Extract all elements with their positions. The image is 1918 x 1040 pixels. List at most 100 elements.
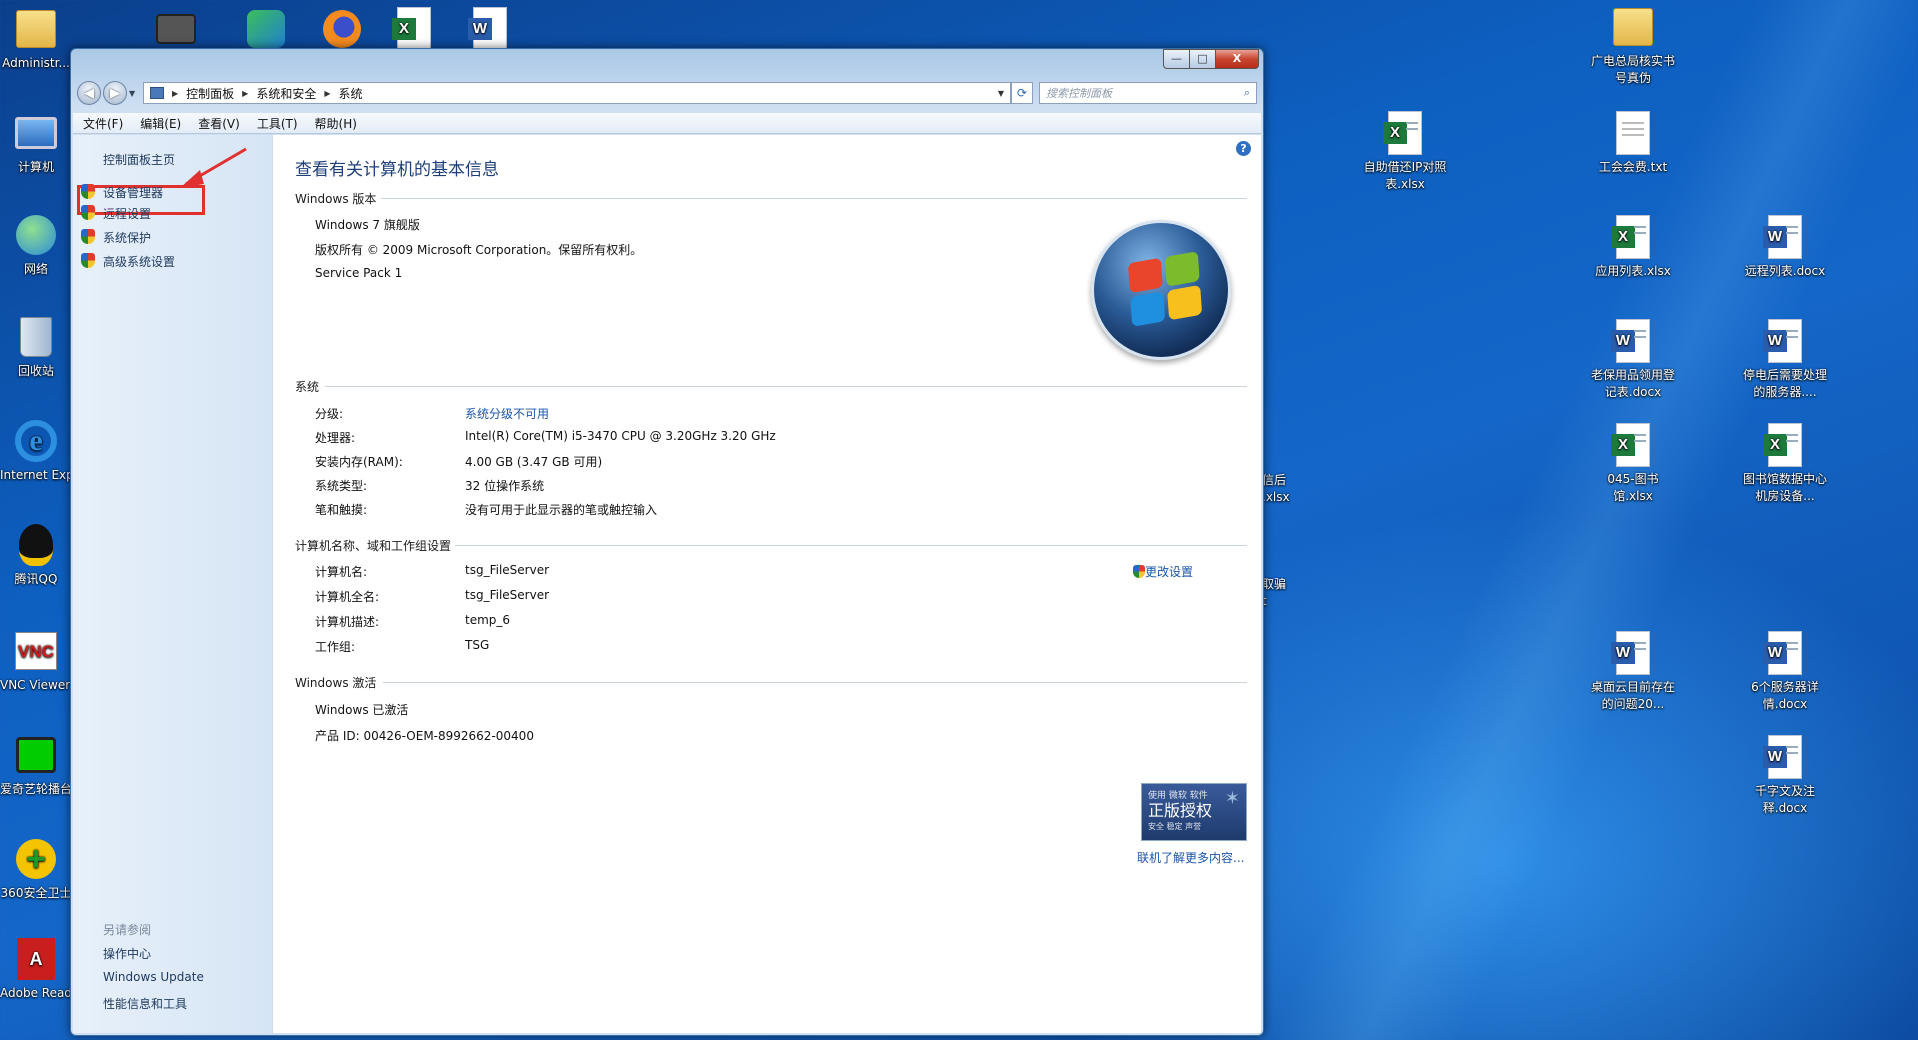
uac-shield-icon [1133,565,1145,578]
section-edition: Windows 版本 [295,190,1247,207]
system-row-value: 4.00 GB (3.47 GB 可用) [465,455,603,469]
desktop-file-txt[interactable]: 工会会费.txt [1588,110,1678,176]
breadcrumb-system[interactable]: 系统 [339,85,363,102]
change-settings-link[interactable]: 更改设置 [1133,563,1193,580]
txt-icon [1611,110,1655,156]
sidebar: 控制面板主页 设备管理器 远程设置 系统保护 高级系统设置 另请参阅 操作中心 … [73,135,273,1033]
qq-icon [14,522,58,568]
minimize-button[interactable]: — [1163,49,1189,69]
folder-icon [1611,4,1655,50]
system-row-label: 分级: [315,407,344,421]
desktop-file-excel[interactable]: X 图书馆数据中心机房设备... [1740,422,1830,505]
hidden-icon-label: 信后 .xlsx [1262,473,1290,504]
desktop-file-word[interactable]: W 老保用品领用登记表.docx [1588,318,1678,401]
desktop-file-excel[interactable]: X 045-图书馆.xlsx [1588,422,1678,505]
recycle-bin-desktop-shortcut[interactable]: 回收站 [0,314,72,380]
desktop-icon-label: 腾讯QQ [14,572,58,586]
sidebar-device-manager[interactable]: 设备管理器 [81,184,163,201]
system-row-label: 笔和触摸: [315,503,368,517]
desktop-icon-label: 桌面云目前存在的问题20... [1590,680,1675,711]
word-icon: W [1763,214,1807,260]
system-row-value: 没有可用于此显示器的笔或触控输入 [465,503,658,517]
search-input[interactable]: 搜索控制面板 ⌕ [1039,82,1257,104]
genuine-badge[interactable]: 使用 微软 软件 正版授权 安全 稳定 声誉 ✶ [1141,783,1247,841]
desktop-icon-label: 网络 [23,262,48,276]
desktop-file-word[interactable]: W 桌面云目前存在的问题20... [1588,630,1678,713]
badge-sub-text: 安全 稳定 声誉 [1148,822,1202,831]
help-icon[interactable]: ? [1236,141,1251,156]
user-folder-desktop-shortcut[interactable]: Administr... [0,6,72,72]
system-row-value[interactable]: 系统分级不可用 [465,405,549,422]
see-also-windows-update[interactable]: Windows Update [103,970,204,984]
desktop-file-word[interactable]: W 远程列表.docx [1740,214,1830,280]
desktop-icon-label: 045-图书馆.xlsx [1607,472,1659,503]
ie-desktop-shortcut[interactable]: e Internet Explorer [0,418,72,484]
computer-row-value: tsg_FileServer [465,588,550,602]
close-button[interactable]: X [1215,49,1259,69]
sidebar-home-link[interactable]: 控制面板主页 [103,151,175,168]
chevron-right-icon[interactable]: ▶ [242,89,248,98]
breadcrumb[interactable]: ▶ 控制面板 ▶ 系统和安全 ▶ 系统 ▼ [143,82,1011,104]
recent-pages-dropdown[interactable]: ▼ [129,89,139,98]
desktop-icon-label: Internet Explorer [0,468,72,482]
learn-more-link[interactable]: 联机了解更多内容... [1137,849,1244,866]
control-panel-icon [150,87,164,99]
qq-desktop-shortcut[interactable]: 腾讯QQ [0,522,72,588]
desktop-file-word[interactable]: W 千字文及注释.docx [1740,734,1830,817]
adobe-icon: A [14,936,58,982]
page-title: 查看有关计算机的基本信息 [295,160,499,180]
desktop-icon-label: 爱奇艺轮播台 [0,782,72,796]
computer-row-value: temp_6 [465,613,511,627]
menu-tools[interactable]: 工具(T) [257,115,298,132]
computer-row-label: 计算机全名: [315,590,380,604]
chevron-right-icon[interactable]: ▶ [172,89,178,98]
computer-icon [14,110,58,156]
breadcrumb-control-panel[interactable]: 控制面板 [186,85,234,102]
sidebar-advanced-settings[interactable]: 高级系统设置 [81,253,175,270]
desktop-icon-label: Administr... [2,56,70,70]
adobe-desktop-shortcut[interactable]: A Adobe Reader XI [0,936,72,1002]
desktop-file-folder[interactable]: 广电总局核实书号真伪 [1588,4,1678,87]
desktop-icon-label: 应用列表.xlsx [1595,264,1671,278]
network-desktop-shortcut[interactable]: 网络 [0,212,72,278]
computer-desktop-shortcut[interactable]: 计算机 [0,110,72,176]
refresh-button[interactable]: ⟳ [1011,82,1033,104]
recycle-bin-icon [14,314,58,360]
breadcrumb-security[interactable]: 系统和安全 [256,85,316,102]
desktop-icon-label: 停电后需要处理的服务器.... [1742,368,1827,399]
desktop-icon-label: 图书馆数据中心机房设备... [1742,472,1827,503]
desktop-icon-label: 360安全卫士 [0,886,72,900]
menu-view[interactable]: 查看(V) [198,115,240,132]
desktop-file-word[interactable]: W 停电后需要处理的服务器.... [1740,318,1830,401]
desktop-file-excel[interactable]: X 应用列表.xlsx [1588,214,1678,280]
menu-edit[interactable]: 编辑(E) [140,115,181,132]
section-activation: Windows 激活 [295,674,1247,691]
forward-button[interactable]: ▶ [103,81,127,105]
maximize-button[interactable]: □ [1189,49,1215,69]
sidebar-remote-settings[interactable]: 远程设置 [81,205,151,222]
chevron-down-icon[interactable]: ▼ [992,89,1010,98]
windows-logo-icon [1091,220,1231,360]
vnc-desktop-shortcut[interactable]: VNC VNC Viewer 4 [0,628,72,694]
star-icon: ✶ [1224,788,1240,809]
uac-shield-icon [81,229,95,244]
search-icon[interactable]: ⌕ [1244,86,1250,100]
menu-help[interactable]: 帮助(H) [315,115,357,132]
desktop-icon-label: 自助借还IP对照表.xlsx [1363,160,1447,191]
menu-file[interactable]: 文件(F) [83,115,123,132]
hidden-icon-label: 取骗 t [1262,577,1287,608]
sidebar-system-protection[interactable]: 系统保护 [81,229,151,246]
desktop-icon-label: 广电总局核实书号真伪 [1590,54,1675,85]
word-icon: W [1763,734,1807,780]
360-desktop-shortcut[interactable]: +360安全卫士 [0,836,72,902]
iqiyi-desktop-shortcut[interactable]: 爱奇艺轮播台 [0,732,72,798]
uac-shield-icon [81,205,95,220]
desktop-file-excel[interactable]: X 自助借还IP对照表.xlsx [1360,110,1450,193]
desktop-file-word[interactable]: W 6个服务器详情.docx [1740,630,1830,713]
chevron-right-icon[interactable]: ▶ [324,89,330,98]
see-also-action-center[interactable]: 操作中心 [103,945,151,962]
desktop-icon-label: 老保用品领用登记表.docx [1590,368,1675,399]
see-also-performance[interactable]: 性能信息和工具 [103,995,187,1012]
excel-icon: X [1763,422,1807,468]
back-button[interactable]: ◀ [77,81,101,105]
